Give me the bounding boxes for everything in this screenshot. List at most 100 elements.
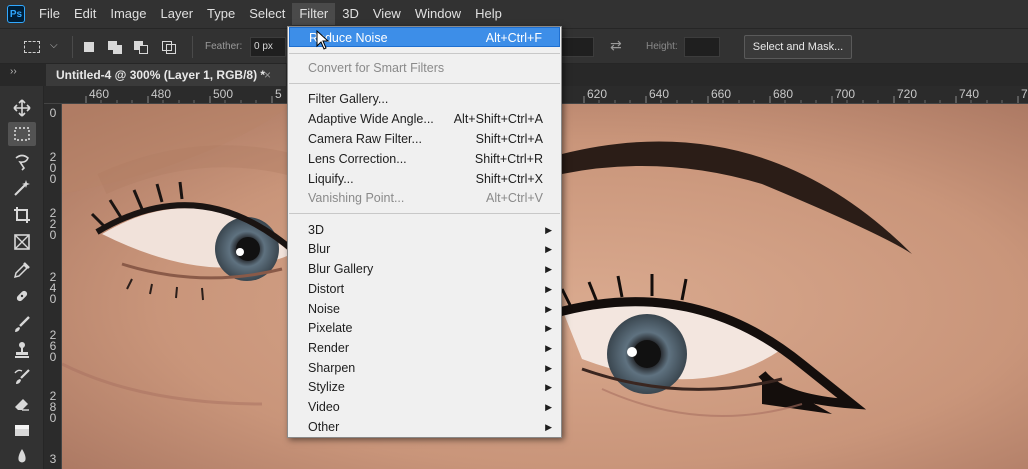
- healing-brush-tool[interactable]: [8, 284, 36, 308]
- menu-file[interactable]: File: [32, 3, 67, 25]
- ruler-label: 700: [835, 87, 856, 101]
- menu-3d[interactable]: 3D: [335, 3, 366, 25]
- move-icon: [13, 99, 31, 117]
- submenu-arrow-icon: ▶: [545, 422, 552, 432]
- eyedropper-tool[interactable]: [8, 258, 36, 282]
- lasso-tool[interactable]: [8, 150, 36, 174]
- menu-item-label: 3D: [308, 223, 324, 237]
- menu-item-shortcut: Alt+Ctrl+F: [485, 31, 542, 45]
- menu-item-label: Video: [308, 400, 340, 414]
- gradient-tool[interactable]: [8, 418, 36, 442]
- gradient-icon: [15, 425, 29, 436]
- menu-item-label: Liquify...: [308, 172, 354, 186]
- menu-item-shortcut: Shift+Ctrl+A: [475, 132, 543, 146]
- menu-view[interactable]: View: [366, 3, 408, 25]
- ruler-label: 460: [89, 87, 110, 101]
- lasso-icon: [15, 154, 29, 171]
- width-input[interactable]: [560, 37, 594, 57]
- add-selection-icon-b: [113, 45, 122, 54]
- document-tab[interactable]: Untitled-4 @ 300% (Layer 1, RGB/8) *: [46, 64, 286, 86]
- menu-item-label: Render: [308, 341, 349, 355]
- submenu-arrow-icon: ▶: [545, 343, 552, 353]
- feather-label: Feather:: [205, 41, 243, 52]
- move-tool[interactable]: [8, 96, 36, 120]
- chevron-down-icon: ⌵: [50, 40, 58, 51]
- menu-item-label: Filter Gallery...: [308, 92, 389, 106]
- brush-tool[interactable]: [8, 312, 36, 336]
- collapse-panels-icon[interactable]: ››: [10, 66, 17, 77]
- eyedropper-icon: [13, 262, 30, 279]
- menu-help[interactable]: Help: [468, 3, 509, 25]
- close-icon[interactable]: ×: [264, 64, 271, 86]
- menu-edit[interactable]: Edit: [67, 3, 103, 25]
- divider: [192, 36, 193, 58]
- height-label: Height:: [646, 41, 678, 52]
- menu-item-blur[interactable]: Blur ▶: [289, 239, 560, 259]
- submenu-arrow-icon: ▶: [545, 284, 552, 294]
- ruler-label: 660: [711, 87, 732, 101]
- menu-item-3d[interactable]: 3D ▶: [289, 220, 560, 240]
- divider: [72, 36, 73, 58]
- subtract-from-selection-button[interactable]: [132, 38, 150, 56]
- menu-item-shortcut: Shift+Ctrl+X: [475, 172, 543, 186]
- history-brush-tool[interactable]: [8, 365, 36, 389]
- menu-item-other[interactable]: Other ▶: [289, 417, 560, 437]
- menu-layer[interactable]: Layer: [154, 3, 201, 25]
- frame-tool[interactable]: [8, 230, 36, 254]
- submenu-arrow-icon: ▶: [545, 323, 552, 333]
- add-to-selection-button[interactable]: [106, 38, 124, 56]
- ruler-label: 480: [151, 87, 172, 101]
- vertical-ruler: 0 200 220 240 260 280 3: [44, 104, 62, 469]
- menu-item-label: Stylize: [308, 380, 345, 394]
- menu-item-adaptive-wide-angle[interactable]: Adaptive Wide Angle... Alt+Shift+Ctrl+A: [289, 109, 560, 129]
- swap-icon[interactable]: ⇄: [610, 37, 622, 54]
- menu-item-camera-raw-filter[interactable]: Camera Raw Filter... Shift+Ctrl+A: [289, 129, 560, 149]
- submenu-arrow-icon: ▶: [545, 363, 552, 373]
- ruler-label: 280: [49, 389, 57, 425]
- menu-select[interactable]: Select: [242, 3, 292, 25]
- marquee-icon: [14, 127, 30, 141]
- menu-item-pixelate[interactable]: Pixelate ▶: [289, 318, 560, 338]
- menu-item-liquify[interactable]: Liquify... Shift+Ctrl+X: [289, 169, 560, 189]
- magic-wand-tool[interactable]: [8, 176, 36, 200]
- menu-item-filter-gallery[interactable]: Filter Gallery...: [289, 89, 560, 109]
- clone-stamp-icon: [15, 342, 29, 358]
- frame-icon: [14, 234, 30, 250]
- intersect-selection-button[interactable]: [160, 38, 178, 56]
- menu-item-render[interactable]: Render ▶: [289, 338, 560, 358]
- menu-item-noise[interactable]: Noise ▶: [289, 299, 560, 319]
- menu-type[interactable]: Type: [200, 3, 242, 25]
- menu-item-distort[interactable]: Distort ▶: [289, 279, 560, 299]
- submenu-arrow-icon: ▶: [545, 264, 552, 274]
- select-and-mask-button[interactable]: Select and Mask...: [744, 35, 852, 59]
- menu-bar: Ps File Edit Image Layer Type Select Fil…: [0, 0, 1028, 28]
- ruler-label: 0: [49, 106, 57, 120]
- ruler-label: 680: [773, 87, 794, 101]
- eraser-tool[interactable]: [8, 392, 36, 416]
- menu-item-shortcut: Alt+Ctrl+V: [486, 191, 543, 205]
- menu-item-shortcut: Shift+Ctrl+R: [474, 152, 543, 166]
- ruler-label: 5: [275, 87, 282, 101]
- blur-tool[interactable]: [8, 444, 36, 468]
- tool-preset-picker[interactable]: ⌵: [20, 38, 62, 56]
- menu-item-blur-gallery[interactable]: Blur Gallery ▶: [289, 259, 560, 279]
- submenu-arrow-icon: ▶: [545, 304, 552, 314]
- menu-item-sharpen[interactable]: Sharpen ▶: [289, 358, 560, 378]
- menu-item-label: Camera Raw Filter...: [308, 132, 422, 146]
- menu-window[interactable]: Window: [408, 3, 468, 25]
- marquee-tool[interactable]: [8, 122, 36, 146]
- ruler-label: 240: [49, 270, 57, 306]
- rectangular-marquee-icon: [24, 41, 40, 53]
- menu-item-video[interactable]: Video ▶: [289, 397, 560, 417]
- menu-image[interactable]: Image: [103, 3, 153, 25]
- ruler-label: 640: [649, 87, 670, 101]
- clone-stamp-tool[interactable]: [8, 338, 36, 362]
- menu-filter[interactable]: Filter: [292, 3, 336, 25]
- feather-input[interactable]: 0 px: [250, 37, 286, 57]
- menu-item-label: Other: [308, 420, 340, 434]
- menu-item-lens-correction[interactable]: Lens Correction... Shift+Ctrl+R: [289, 149, 560, 169]
- height-input[interactable]: [684, 37, 720, 57]
- new-selection-button[interactable]: [80, 38, 98, 56]
- crop-tool[interactable]: [8, 203, 36, 227]
- menu-item-stylize[interactable]: Stylize ▶: [289, 377, 560, 397]
